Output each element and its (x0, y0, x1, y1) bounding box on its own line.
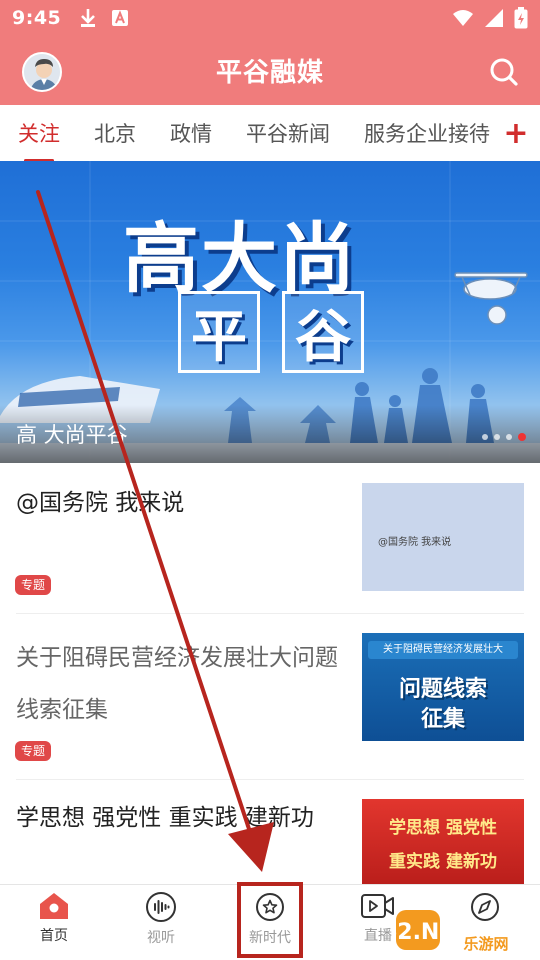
thumbnail-banner-text: 关于阻碍民营经济发展壮大 (368, 641, 518, 659)
video-icon (361, 894, 394, 918)
audio-icon (146, 892, 176, 922)
banner-char-box-2: 谷 (282, 291, 364, 373)
app-notification-icon (112, 10, 129, 26)
carousel-dot-active[interactable] (518, 433, 526, 441)
annotation-highlight-box (237, 882, 303, 958)
status-time: 9:45 (12, 7, 62, 29)
topic-badge: 专题 (15, 575, 52, 595)
home-icon (40, 893, 68, 919)
nav-home[interactable]: 首页 (14, 891, 94, 957)
search-icon[interactable] (488, 56, 520, 88)
tab-pinggu-news[interactable]: 平谷新闻 (246, 118, 330, 148)
thumbnail-text: @国务院 我来说 (378, 537, 452, 548)
thumbnail-line-1: 学思想 强党性 (389, 818, 497, 838)
nav-home-label: 首页 (40, 928, 68, 944)
tab-enterprise-service[interactable]: 服务企业接待 (364, 118, 490, 148)
thumbnail-main-1: 问题线索 (398, 677, 487, 702)
news-title: 学思想 强党性 重实践 建新功 (16, 805, 314, 831)
banner-char-box-1: 平 (178, 291, 260, 373)
tab-politics[interactable]: 政情 (170, 118, 212, 148)
nav-audio-video-label: 视听 (147, 930, 175, 946)
battery-icon (514, 7, 528, 29)
signal-icon (485, 9, 503, 27)
banner-caption: 高 大尚平谷 (16, 423, 128, 447)
app-title: 平谷融媒 (215, 58, 324, 88)
add-channel-button[interactable]: + (502, 113, 530, 153)
banner-carousel[interactable]: 高大尚 平 谷 高 大尚平谷 (0, 161, 540, 463)
carousel-dot[interactable] (482, 434, 488, 440)
news-thumbnail: 关于阻碍民营经济发展壮大 问题线索 征集 (362, 633, 524, 741)
status-bar: 9:45 (0, 0, 540, 36)
user-avatar-icon (24, 54, 60, 90)
carousel-indicators (482, 433, 526, 441)
tab-follow[interactable]: 关注 (18, 118, 60, 161)
watermark-bottom: 乐游网 (463, 935, 508, 953)
channel-tabs: 关注 北京 政情 平谷新闻 服务企业接待 + (0, 105, 540, 161)
nav-audio-video[interactable]: 视听 (121, 891, 201, 957)
list-item[interactable]: 学思想 强党性 重实践 建新功 学思想 强党性 重实践 建新功 (0, 780, 540, 884)
watermark-top: 962.NET (394, 920, 469, 945)
news-title: @国务院 我来说 (16, 490, 185, 516)
wifi-icon (453, 10, 473, 26)
news-title: 关于阻碍民营经济发展壮大问题线索征集 (16, 645, 338, 723)
list-item[interactable]: @国务院 我来说 专题 @国务院 我来说 (0, 463, 540, 613)
thumbnail-main-2: 征集 (420, 707, 465, 732)
carousel-dot[interactable] (506, 434, 512, 440)
carousel-dot[interactable] (494, 434, 500, 440)
nav-live-label: 直播 (364, 928, 392, 944)
thumbnail-line-2: 重实践 建新功 (389, 852, 497, 872)
news-thumbnail: @国务院 我来说 (362, 483, 524, 591)
download-icon (81, 9, 96, 27)
topic-badge: 专题 (15, 741, 52, 761)
avatar[interactable] (22, 52, 62, 92)
app-header: 平谷融媒 (0, 36, 540, 105)
list-item[interactable]: 关于阻碍民营经济发展壮大问题线索征集 专题 关于阻碍民营经济发展壮大 问题线索 … (0, 614, 540, 779)
news-thumbnail: 学思想 强党性 重实践 建新功 (362, 799, 524, 884)
watermark-logo: 962.NET 乐游网 (394, 910, 509, 953)
tab-beijing[interactable]: 北京 (94, 118, 136, 148)
